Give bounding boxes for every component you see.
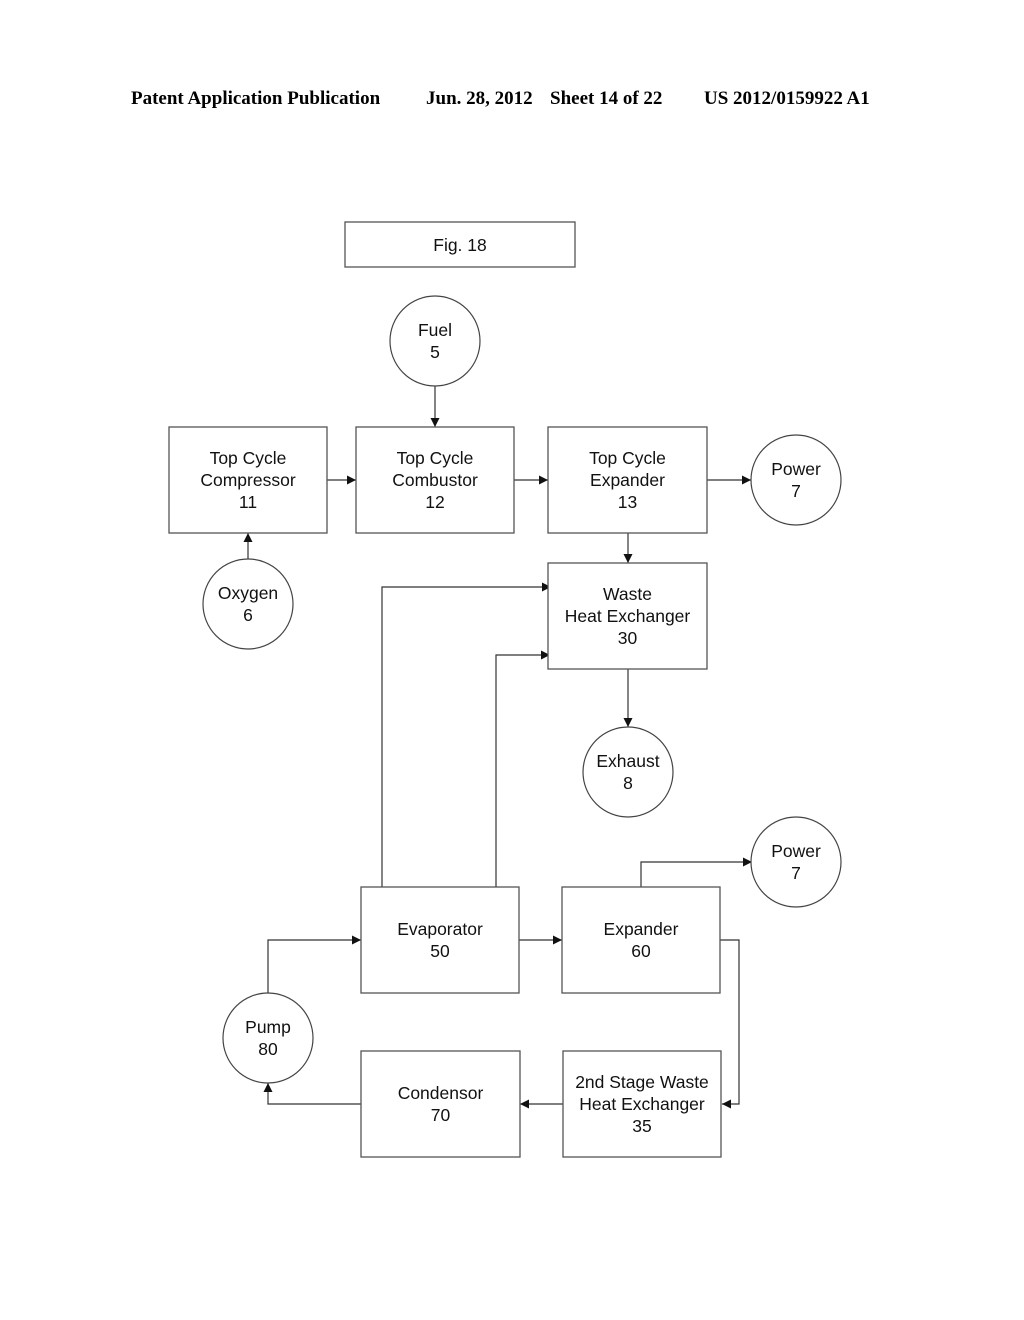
exhaust-circle: [582, 726, 674, 818]
expander-top-label-line: 13: [618, 492, 637, 512]
oxygen-circle: [202, 558, 294, 650]
node-expander-top: Top CycleExpander13: [547, 426, 708, 534]
oxygen-label-line: Oxygen: [218, 583, 278, 603]
evaporator-label-line: Evaporator: [397, 919, 483, 939]
fuel-label-line: 5: [430, 342, 440, 362]
fuel-label-line: Fuel: [418, 320, 452, 340]
compressor-label-line: 11: [239, 492, 257, 512]
power-bottom-circle: [750, 816, 842, 908]
pump-label-line: Pump: [245, 1017, 291, 1037]
combustor-label-line: 12: [425, 492, 444, 512]
node-exhaust: Exhaust8: [582, 726, 674, 818]
oxygen-label-line: 6: [243, 605, 253, 625]
edge-expander-to-whx2: [720, 939, 740, 1109]
node-power-top: Power7: [750, 434, 842, 526]
exhaust-label-line: Exhaust: [596, 751, 659, 771]
whx2-label-line: Heat Exchanger: [579, 1094, 705, 1114]
nodes: Fuel5Top CycleCompressor11Top CycleCombu…: [168, 295, 842, 1158]
expander-box: [561, 886, 721, 994]
flow-diagram: Fig. 18 Fuel5Top CycleCompressor11Top Cy…: [168, 221, 842, 1158]
expander-label-line: 60: [631, 941, 651, 961]
exhaust-label-line: 8: [623, 773, 633, 793]
expander-top-label-line: Expander: [590, 470, 665, 490]
condensor-label-line: 70: [431, 1105, 451, 1125]
node-power-bottom: Power7: [750, 816, 842, 908]
fuel-circle: [389, 295, 481, 387]
node-condensor: Condensor70: [360, 1050, 521, 1158]
whx-label-line: Waste: [603, 584, 652, 604]
edge-condensor-to-pump: [263, 1083, 361, 1105]
node-whx: WasteHeat Exchanger30: [547, 562, 708, 670]
evaporator-box: [360, 886, 520, 994]
edge-evaporator-to-whx-lower: [495, 650, 550, 900]
expander-top-label-line: Top Cycle: [589, 448, 666, 468]
edge-pump-to-evaporator: [267, 935, 361, 993]
node-combustor: Top CycleCombustor12: [355, 426, 515, 534]
edge-expander-to-power-bottom: [640, 857, 752, 887]
whx2-label-line: 35: [632, 1116, 651, 1136]
whx-label-line: 30: [618, 628, 638, 648]
node-expander: Expander60: [561, 886, 721, 994]
combustor-label-line: Combustor: [392, 470, 478, 490]
node-compressor: Top CycleCompressor11: [168, 426, 328, 534]
node-oxygen: Oxygen6: [202, 558, 294, 650]
figure-title-text: Fig. 18: [433, 235, 487, 255]
combustor-label-line: Top Cycle: [397, 448, 474, 468]
compressor-label-line: Top Cycle: [210, 448, 287, 468]
compressor-label-line: Compressor: [200, 470, 295, 490]
figure-title: Fig. 18: [344, 221, 576, 268]
condensor-box: [360, 1050, 521, 1158]
node-pump: Pump80: [222, 992, 314, 1084]
power-bottom-label-line: Power: [771, 841, 821, 861]
pump-label-line: 80: [258, 1039, 278, 1059]
condensor-label-line: Condensor: [398, 1083, 484, 1103]
node-whx2: 2nd Stage WasteHeat Exchanger35: [562, 1050, 722, 1158]
pump-circle: [222, 992, 314, 1084]
node-evaporator: Evaporator50: [360, 886, 520, 994]
power-top-circle: [750, 434, 842, 526]
evaporator-label-line: 50: [430, 941, 450, 961]
power-top-label-line: Power: [771, 459, 821, 479]
whx2-label-line: 2nd Stage Waste: [575, 1072, 709, 1092]
whx-label-line: Heat Exchanger: [565, 606, 691, 626]
expander-label-line: Expander: [604, 919, 679, 939]
power-bottom-label-line: 7: [791, 863, 801, 883]
power-top-label-line: 7: [791, 481, 801, 501]
node-fuel: Fuel5: [389, 295, 481, 387]
edge-evaporator-to-whx-upper: [381, 582, 551, 900]
